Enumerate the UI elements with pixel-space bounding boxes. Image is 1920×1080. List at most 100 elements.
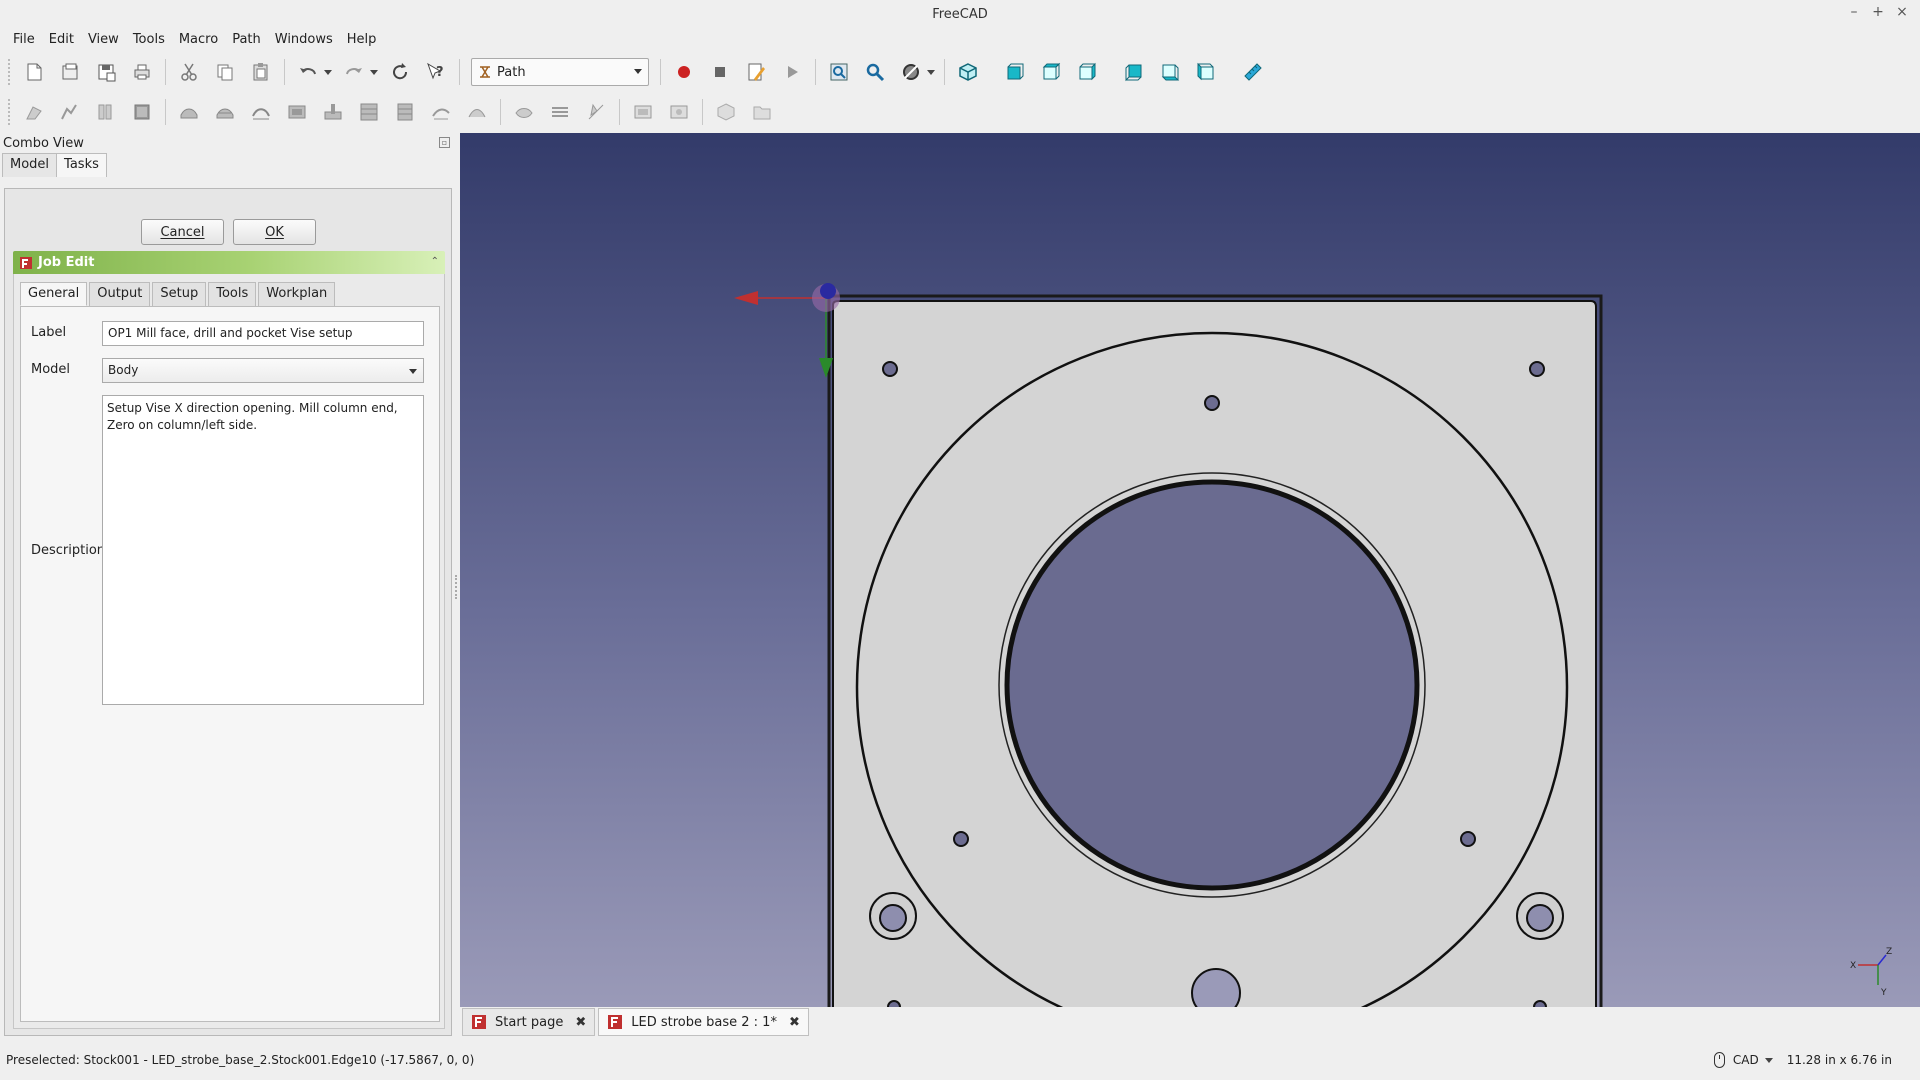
menu-windows[interactable]: Windows xyxy=(268,32,340,47)
close-tab-icon[interactable]: ✖ xyxy=(789,1015,800,1030)
doc-tab-led-strobe[interactable]: LED strobe base 2 : 1* ✖ xyxy=(598,1008,809,1036)
menu-tools[interactable]: Tools xyxy=(126,32,172,47)
whats-this-icon[interactable]: ? xyxy=(422,58,450,86)
label-input[interactable]: OP1 Mill face, drill and pocket Vise set… xyxy=(102,321,424,346)
cut-icon[interactable] xyxy=(175,58,203,86)
status-bar: Preselected: Stock001 - LED_strobe_base_… xyxy=(0,1044,1920,1076)
undo-dropdown-icon[interactable] xyxy=(324,69,332,75)
path-profile-icon[interactable] xyxy=(175,98,203,126)
stop-macro-icon[interactable] xyxy=(706,58,734,86)
path-engrave-icon[interactable] xyxy=(427,98,455,126)
draw-style-icon[interactable] xyxy=(897,58,925,86)
doc-tab-label: Start page xyxy=(495,1014,564,1030)
redo-icon[interactable] xyxy=(340,58,368,86)
menu-view[interactable]: View xyxy=(81,32,126,47)
path-simulator-icon[interactable] xyxy=(629,98,657,126)
view-left-icon[interactable] xyxy=(1192,58,1220,86)
tab-tasks[interactable]: Tasks xyxy=(56,153,107,177)
mounting-hole[interactable] xyxy=(953,831,969,847)
record-macro-icon[interactable] xyxy=(670,58,698,86)
tab-workplan[interactable]: Workplan xyxy=(258,282,336,306)
path-modify-icon[interactable] xyxy=(582,98,610,126)
part-model[interactable]: X Y Z xyxy=(460,133,1920,1007)
run-macro-icon[interactable] xyxy=(778,58,806,86)
workbench-selector[interactable]: Path xyxy=(471,58,649,86)
new-document-icon[interactable] xyxy=(20,58,48,86)
open-document-icon[interactable] xyxy=(56,58,84,86)
menu-path[interactable]: Path xyxy=(225,32,268,47)
navigation-dropdown-icon[interactable] xyxy=(1764,1057,1773,1063)
maximize-button[interactable]: + xyxy=(1866,4,1890,20)
panel-splitter[interactable] xyxy=(455,575,459,599)
view-rear-icon[interactable] xyxy=(1120,58,1148,86)
path-sanity-icon[interactable] xyxy=(128,98,156,126)
tab-general[interactable]: General xyxy=(20,282,88,306)
path-shape-icon[interactable] xyxy=(712,98,740,126)
job-edit-header[interactable]: Job Edit ⌃ xyxy=(13,251,445,274)
cancel-button[interactable]: Cancel xyxy=(141,219,224,245)
menu-file[interactable]: File xyxy=(6,32,42,47)
view-bottom-icon[interactable] xyxy=(1156,58,1184,86)
description-textarea[interactable]: Setup Vise X direction opening. Mill col… xyxy=(102,395,424,705)
tab-output[interactable]: Output xyxy=(89,282,151,306)
mounting-hole[interactable] xyxy=(882,361,898,377)
collapse-icon[interactable]: ⌃ xyxy=(431,256,439,267)
path-mill-face-icon[interactable] xyxy=(355,98,383,126)
undo-icon[interactable] xyxy=(294,58,322,86)
path-inspect-icon[interactable] xyxy=(665,98,693,126)
close-tab-icon[interactable]: ✖ xyxy=(575,1015,586,1030)
toolbar-grip[interactable] xyxy=(8,59,12,85)
draw-style-dropdown-icon[interactable] xyxy=(927,69,935,75)
path-drilling-icon[interactable] xyxy=(319,98,347,126)
tab-tools[interactable]: Tools xyxy=(208,282,257,306)
save-icon[interactable] xyxy=(92,58,120,86)
doc-tab-start-page[interactable]: Start page ✖ xyxy=(462,1008,596,1036)
central-bore[interactable] xyxy=(1004,479,1420,891)
path-folder-icon[interactable] xyxy=(748,98,776,126)
view-right-icon[interactable] xyxy=(1073,58,1101,86)
path-helix-icon[interactable] xyxy=(391,98,419,126)
view-front-icon[interactable] xyxy=(1001,58,1029,86)
navigation-style[interactable]: CAD xyxy=(1733,1053,1759,1067)
fit-selection-icon[interactable] xyxy=(861,58,889,86)
mounting-hole[interactable] xyxy=(1204,395,1220,411)
path-stack-icon[interactable] xyxy=(546,98,574,126)
path-contour-icon[interactable] xyxy=(247,98,275,126)
mounting-hole[interactable] xyxy=(1529,361,1545,377)
copy-icon[interactable] xyxy=(211,58,239,86)
tab-model[interactable]: Model xyxy=(2,153,58,177)
tab-setup[interactable]: Setup xyxy=(152,282,207,306)
path-job-icon[interactable] xyxy=(20,98,48,126)
3d-viewport[interactable]: X Y Z xyxy=(460,133,1920,1007)
menu-edit[interactable]: Edit xyxy=(42,32,81,47)
menu-macro[interactable]: Macro xyxy=(172,32,225,47)
view-isometric-icon[interactable] xyxy=(954,58,982,86)
undock-icon[interactable]: ▫ xyxy=(439,137,450,148)
minimize-button[interactable]: – xyxy=(1842,4,1866,20)
counterbored-hole-bore[interactable] xyxy=(1526,904,1554,932)
edit-macro-icon[interactable] xyxy=(742,58,770,86)
counterbored-hole-bore[interactable] xyxy=(879,904,907,932)
path-pocket-icon[interactable] xyxy=(283,98,311,126)
model-select[interactable]: Body xyxy=(102,358,424,383)
close-window-button[interactable]: × xyxy=(1890,4,1914,20)
ok-button[interactable]: OK xyxy=(233,219,316,245)
view-top-icon[interactable] xyxy=(1037,58,1065,86)
path-export-icon[interactable] xyxy=(92,98,120,126)
model-value: Body xyxy=(108,363,139,377)
menu-help[interactable]: Help xyxy=(340,32,384,47)
path-post-process-icon[interactable] xyxy=(56,98,84,126)
path-dressup-icon[interactable] xyxy=(463,98,491,126)
measure-distance-icon[interactable] xyxy=(1239,58,1267,86)
job-edit-body: General Output Setup Tools Workplan Labe… xyxy=(13,274,445,1029)
bottom-hole[interactable] xyxy=(1191,968,1241,1007)
mounting-hole[interactable] xyxy=(1460,831,1476,847)
print-icon[interactable] xyxy=(128,58,156,86)
paste-icon[interactable] xyxy=(247,58,275,86)
path-face-icon[interactable] xyxy=(211,98,239,126)
redo-dropdown-icon[interactable] xyxy=(370,69,378,75)
toolbar-grip[interactable] xyxy=(8,99,12,125)
refresh-icon[interactable] xyxy=(386,58,414,86)
fit-all-icon[interactable] xyxy=(825,58,853,86)
path-array-icon[interactable] xyxy=(510,98,538,126)
